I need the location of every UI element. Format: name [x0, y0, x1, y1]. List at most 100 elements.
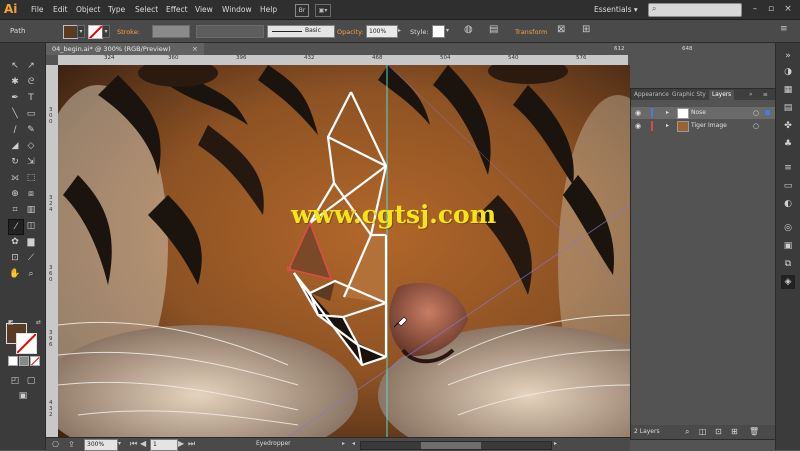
- stroke-color-box[interactable]: [16, 333, 37, 354]
- menu-object[interactable]: Object: [76, 5, 100, 14]
- visibility-eye-icon[interactable]: ◉: [635, 120, 641, 132]
- create-sublayer-icon[interactable]: ⊡: [715, 425, 722, 439]
- brush-definition-dropdown[interactable]: Basic: [267, 25, 335, 38]
- zoom-tool-icon[interactable]: ⌕: [24, 267, 38, 281]
- select-similar-icon[interactable]: ⊞: [582, 24, 590, 35]
- expand-layer-icon[interactable]: ▸: [666, 107, 669, 119]
- shape-builder-tool-icon[interactable]: ⊕: [8, 187, 22, 201]
- style-dropdown-icon[interactable]: ▾: [446, 27, 449, 34]
- visibility-eye-icon[interactable]: ◉: [635, 107, 641, 119]
- minimize-icon[interactable]: –: [748, 3, 762, 15]
- symbols-panel-icon[interactable]: ♣: [781, 137, 795, 151]
- gradient-tool-icon[interactable]: ▥: [24, 203, 38, 217]
- opacity-dropdown-icon[interactable]: ▸: [398, 27, 401, 34]
- color-panel-icon[interactable]: ◑: [781, 65, 795, 79]
- appearance-panel-icon[interactable]: ◎: [781, 221, 795, 235]
- type-tool-icon[interactable]: T: [24, 91, 38, 105]
- tab-graphic-styles[interactable]: Graphic Sty: [672, 90, 706, 100]
- menu-window[interactable]: Window: [222, 5, 252, 14]
- artboard-nav-icon[interactable]: ⎔: [52, 440, 59, 449]
- variable-width-dropdown[interactable]: [196, 25, 264, 38]
- stroke-swatch[interactable]: [88, 25, 103, 39]
- color-guide-icon[interactable]: ▦: [781, 83, 795, 97]
- menu-type[interactable]: Type: [108, 5, 125, 14]
- stroke-panel-icon[interactable]: ≡: [781, 161, 795, 175]
- mesh-tool-icon[interactable]: ⌗: [8, 203, 22, 217]
- locate-object-icon[interactable]: ⌕: [685, 425, 689, 439]
- maximize-icon[interactable]: ▫: [764, 3, 778, 15]
- align-icon[interactable]: ▤: [489, 24, 498, 35]
- panel-menu-icon[interactable]: ≡: [763, 90, 768, 100]
- magic-wand-tool-icon[interactable]: ✱: [8, 75, 22, 89]
- stroke-weight-field[interactable]: [152, 25, 190, 38]
- hand-tool-icon[interactable]: ✋: [8, 267, 22, 281]
- document-tab-close-icon[interactable]: ×: [192, 43, 198, 55]
- first-artboard-icon[interactable]: ⏮: [130, 439, 137, 449]
- swap-colors-icon[interactable]: ⇄: [36, 319, 41, 326]
- tab-appearance[interactable]: Appearance: [634, 90, 669, 100]
- layer-row[interactable]: ◉ ▸ Nose ○: [631, 107, 775, 119]
- share-icon[interactable]: ⇪: [68, 440, 75, 449]
- expand-layer-icon[interactable]: ▸: [666, 120, 669, 132]
- layer-row[interactable]: ◉ ▸ Tiger Image ○: [631, 120, 775, 132]
- color-mode-icon[interactable]: [8, 356, 18, 366]
- transparency-panel-icon[interactable]: ◐: [781, 197, 795, 211]
- graphic-styles-panel-icon[interactable]: ▣: [781, 239, 795, 253]
- menu-select[interactable]: Select: [135, 5, 158, 14]
- dock-collapse-icon[interactable]: »: [781, 49, 795, 63]
- make-clipping-mask-icon[interactable]: ◫: [699, 425, 707, 439]
- eraser-tool-icon[interactable]: ◇: [24, 139, 38, 153]
- menu-effect[interactable]: Effect: [166, 5, 188, 14]
- artboard-number-field[interactable]: 1: [150, 439, 178, 451]
- opacity-input[interactable]: 100%: [366, 25, 398, 38]
- scale-tool-icon[interactable]: ⇲: [24, 155, 38, 169]
- horizontal-scrollbar[interactable]: [360, 441, 552, 450]
- blob-brush-tool-icon[interactable]: ◢: [8, 139, 22, 153]
- gradient-panel-icon[interactable]: ▭: [781, 179, 795, 193]
- pen-tool-icon[interactable]: ✒: [8, 91, 22, 105]
- create-new-layer-icon[interactable]: ⊞: [731, 425, 738, 439]
- artboard-canvas[interactable]: [58, 65, 630, 437]
- none-mode-icon[interactable]: [30, 356, 40, 366]
- fill-dropdown-icon[interactable]: ▾: [77, 25, 85, 38]
- horizontal-scrollbar-thumb[interactable]: [421, 442, 481, 449]
- artboards-panel-icon[interactable]: ⧉: [781, 257, 795, 271]
- stroke-label[interactable]: Stroke:: [117, 28, 140, 36]
- target-icon[interactable]: ○: [753, 120, 759, 132]
- screen-mode-icon[interactable]: ▢: [24, 374, 38, 388]
- search-input[interactable]: ⌕: [648, 3, 742, 17]
- close-icon[interactable]: ×: [781, 3, 795, 15]
- tab-layers[interactable]: Layers: [709, 90, 735, 100]
- workspace-switcher[interactable]: Essentials ▾: [594, 5, 638, 14]
- layer-name[interactable]: Tiger Image: [691, 120, 727, 132]
- symbol-sprayer-tool-icon[interactable]: ✿: [8, 235, 22, 249]
- current-tool-status[interactable]: Eyedropper: [256, 440, 291, 447]
- collapse-panel-icon[interactable]: »: [749, 90, 753, 100]
- zoom-dropdown-icon[interactable]: ▾: [118, 440, 121, 447]
- eyedropper-tool-icon[interactable]: ⁄: [8, 219, 24, 235]
- graphic-style-swatch[interactable]: [432, 25, 445, 38]
- arrange-documents-button[interactable]: ▣▾: [315, 4, 331, 17]
- last-artboard-icon[interactable]: ⏭: [188, 439, 195, 449]
- scroll-right-icon[interactable]: ▸: [554, 440, 557, 447]
- transform-label[interactable]: Transform: [515, 28, 547, 36]
- previous-artboard-icon[interactable]: ◀: [140, 439, 146, 448]
- document-tab[interactable]: 04_begin.ai* @ 300% (RGB/Preview): [46, 43, 204, 55]
- next-artboard-icon[interactable]: ▶: [178, 439, 184, 448]
- free-transform-tool-icon[interactable]: ⬚: [24, 171, 38, 185]
- selection-indicator[interactable]: [765, 110, 770, 115]
- slice-tool-icon[interactable]: ⟋: [24, 251, 38, 265]
- pencil-tool-icon[interactable]: ✎: [24, 123, 38, 137]
- draw-normal-icon[interactable]: ◰: [8, 374, 22, 388]
- menu-file[interactable]: File: [31, 5, 44, 14]
- delete-layer-icon[interactable]: 🗑: [749, 425, 759, 439]
- brushes-panel-icon[interactable]: ✤: [781, 119, 795, 133]
- gradient-mode-icon[interactable]: [19, 356, 29, 366]
- rotate-tool-icon[interactable]: ↻: [8, 155, 22, 169]
- recolor-artwork-icon[interactable]: ◍: [464, 24, 473, 35]
- lasso-tool-icon[interactable]: ᘓ: [24, 75, 38, 89]
- blend-tool-icon[interactable]: ◫: [24, 219, 38, 233]
- perspective-grid-tool-icon[interactable]: ⧈: [24, 187, 38, 201]
- scroll-left-icon[interactable]: ◂: [352, 440, 355, 447]
- layers-panel-icon[interactable]: ◈: [781, 275, 795, 289]
